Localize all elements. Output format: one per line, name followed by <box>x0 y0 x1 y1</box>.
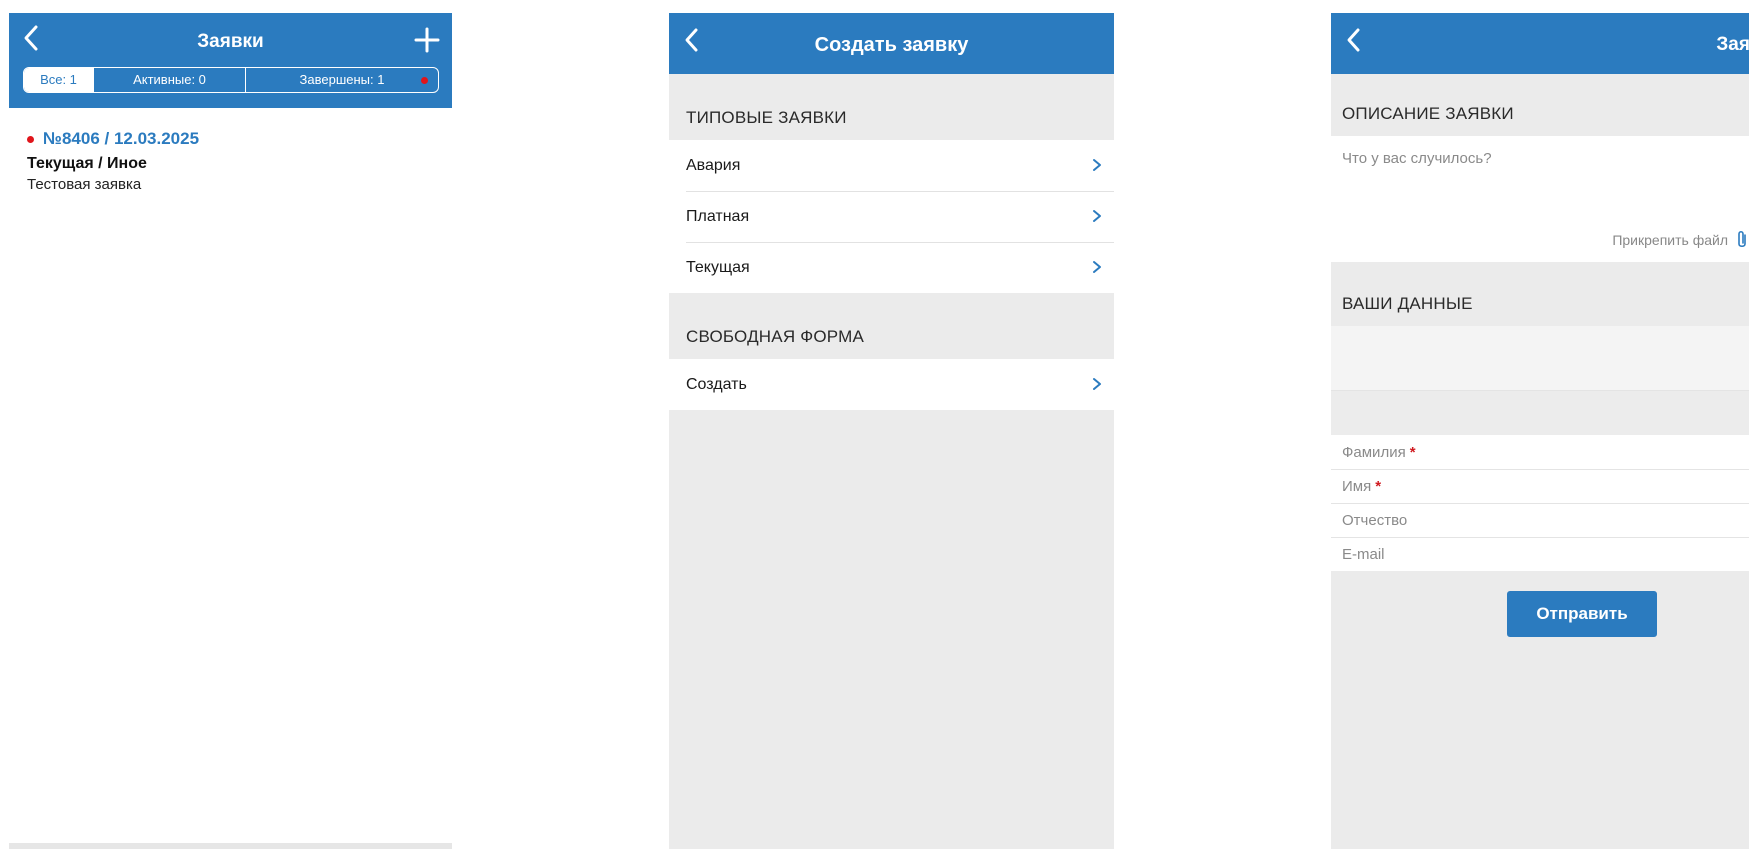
filter-segmented-control: Все: 1 Активные: 0 Завершены: 1 <box>23 67 439 93</box>
first-name-label: Имя <box>1342 477 1372 495</box>
list-item-accident[interactable]: Авария <box>669 140 1114 191</box>
list-item-paid[interactable]: Платная <box>669 191 1114 242</box>
page-title: Создать заявку <box>814 34 969 56</box>
chevron-right-icon <box>1093 159 1101 171</box>
section-header-your-data: ВАШИ ДАННЫЕ <box>1342 294 1473 313</box>
required-marker: * <box>1375 477 1382 495</box>
navbar: Создать заявку <box>669 13 1114 74</box>
email-label: E-mail <box>1342 545 1385 563</box>
add-request-button[interactable] <box>414 27 440 53</box>
tab-completed-label: Завершены: 1 <box>299 72 385 87</box>
email-field[interactable]: E-mail <box>1331 537 1749 571</box>
section-header-description: ОПИСАНИЕ ЗАЯВКИ <box>1342 104 1514 123</box>
tab-all[interactable]: Все: 1 <box>24 68 94 92</box>
request-type: Текущая / Иное <box>27 155 147 172</box>
list-item-label: Создать <box>686 375 747 393</box>
list-item-create[interactable]: Создать <box>669 359 1114 410</box>
section-header-typical: ТИПОВЫЕ ЗАЯВКИ <box>686 108 847 127</box>
tab-active[interactable]: Активные: 0 <box>94 68 246 92</box>
list-item-label: Текущая <box>686 258 750 276</box>
list-item-current[interactable]: Текущая <box>669 242 1114 293</box>
chevron-right-icon <box>1093 261 1101 273</box>
free-form-list: Создать <box>669 359 1114 410</box>
patronymic-field[interactable]: Отчество <box>1331 503 1749 537</box>
unread-dot-icon <box>421 77 428 84</box>
bottom-divider <box>9 843 452 849</box>
attach-file-label: Прикрепить файл <box>1612 232 1728 248</box>
patronymic-label: Отчество <box>1342 511 1408 529</box>
page-title: Заявки <box>197 31 264 52</box>
paperclip-icon <box>1738 230 1746 248</box>
plus-icon <box>414 27 440 53</box>
account-data-block <box>1331 326 1749 391</box>
description-placeholder: Что у вас случилось? <box>1342 150 1492 167</box>
typical-requests-list: Авария Платная Текущая <box>669 140 1114 293</box>
request-number-date: №8406 / 12.03.2025 <box>43 129 200 148</box>
navbar: Заявка <box>1331 13 1749 74</box>
submit-button[interactable]: Отправить <box>1507 591 1657 637</box>
description-textarea[interactable]: Что у вас случилось? Прикрепить файл <box>1331 136 1749 262</box>
requests-list-screen: Заявки Все: 1 Активные: 0 Завершены: 1 №… <box>9 13 452 849</box>
chevron-right-icon <box>1093 378 1101 390</box>
section-header-free-form: СВОБОДНАЯ ФОРМА <box>686 327 865 346</box>
list-item[interactable]: №8406 / 12.03.2025 Текущая / Иное Тестов… <box>9 108 452 193</box>
surname-field[interactable]: Фамилия * <box>1331 435 1749 469</box>
create-request-screen: Создать заявку ТИПОВЫЕ ЗАЯВКИ Авария Пла… <box>669 13 1114 849</box>
chevron-right-icon <box>1093 210 1101 222</box>
attach-file-button[interactable]: Прикрепить файл <box>1612 230 1749 250</box>
unread-dot-icon <box>27 135 34 143</box>
navbar: Заявки Все: 1 Активные: 0 Завершены: 1 <box>9 13 452 108</box>
page-title: Заявка <box>1716 34 1749 55</box>
section-spacer <box>1331 391 1749 435</box>
list-item-label: Платная <box>686 207 750 225</box>
surname-label: Фамилия <box>1342 443 1406 461</box>
request-form-screen: Заявка ОПИСАНИЕ ЗАЯВКИ Что у вас случило… <box>1331 13 1749 849</box>
tab-completed[interactable]: Завершены: 1 <box>246 68 438 92</box>
request-description: Тестовая заявка <box>27 176 142 193</box>
personal-fields: Фамилия * Имя * Отчество E-mail <box>1331 435 1749 571</box>
first-name-field[interactable]: Имя * <box>1331 469 1749 503</box>
request-header: №8406 / 12.03.2025 <box>27 128 452 150</box>
required-marker: * <box>1409 443 1416 461</box>
submit-container: Отправить <box>1331 571 1749 637</box>
list-item-label: Авария <box>686 156 741 174</box>
